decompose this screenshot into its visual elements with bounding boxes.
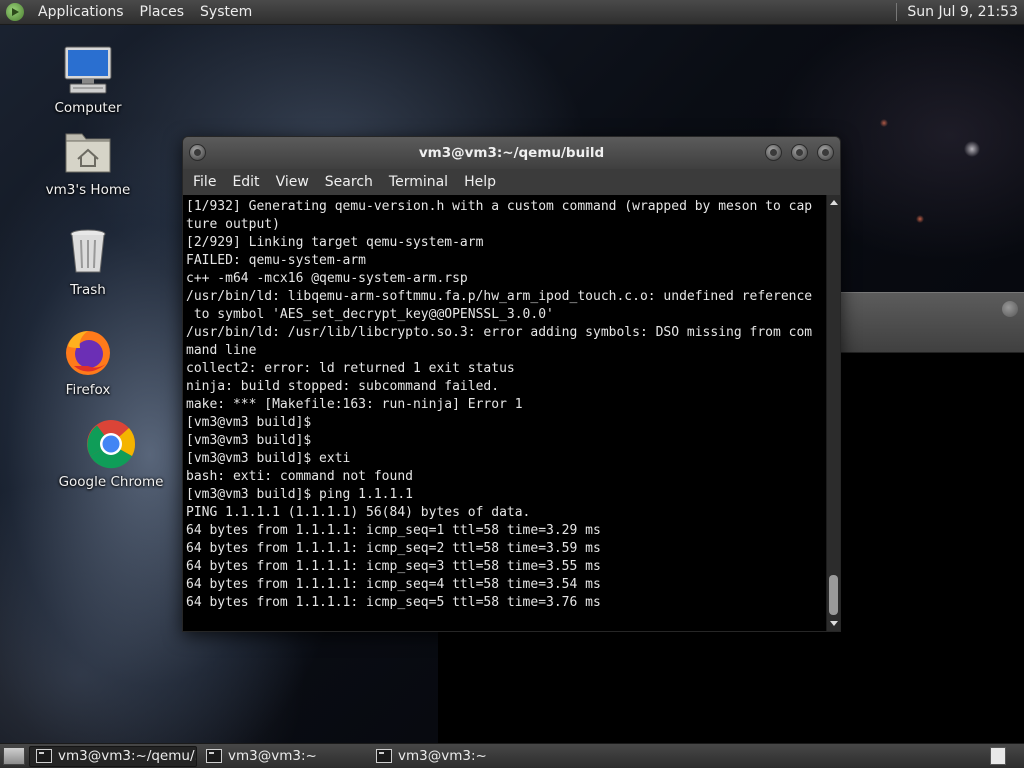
terminal-window[interactable]: vm3@vm3:~/qemu/build File Edit View Sear…	[182, 136, 841, 632]
terminal-icon	[376, 749, 392, 763]
maximize-icon[interactable]	[791, 144, 808, 161]
terminal-line: bash: exti: command not found	[186, 469, 413, 484]
computer-icon	[62, 44, 114, 96]
menu-file[interactable]: File	[185, 169, 224, 195]
terminal-line: PING 1.1.1.1 (1.1.1.1) 56(84) bytes of d…	[186, 505, 531, 520]
terminal-line: ninja: build stopped: subcommand failed.	[186, 379, 500, 394]
terminal-line: FAILED: qemu-system-arm	[186, 253, 367, 268]
firefox-icon	[62, 326, 114, 378]
menu-view[interactable]: View	[268, 169, 317, 195]
terminal-line: [vm3@vm3 build]$	[186, 433, 312, 448]
menu-applications[interactable]: Applications	[30, 0, 132, 25]
terminal-line: mand line	[186, 343, 257, 358]
taskbar-item-label: vm3@vm3:~/qemu/...	[58, 748, 197, 764]
home-folder-icon	[62, 126, 114, 178]
taskbar-item-terminal-home-2[interactable]: vm3@vm3:~	[369, 746, 537, 767]
desktop-icon-label: Computer	[54, 100, 122, 116]
desktop-icon-label: vm3's Home	[45, 182, 131, 198]
terminal-scrollbar[interactable]	[826, 195, 840, 631]
show-desktop-icon[interactable]	[3, 747, 25, 765]
desktop-icon-label: Trash	[70, 282, 106, 298]
scrollbar-thumb[interactable]	[829, 575, 838, 615]
clock[interactable]: Sun Jul 9, 21:53	[907, 4, 1024, 20]
taskbar-item-terminal-build[interactable]: vm3@vm3:~/qemu/...	[29, 745, 197, 767]
close-icon[interactable]	[817, 144, 834, 161]
menu-places[interactable]: Places	[132, 0, 193, 25]
terminal-line: [2/929] Linking target qemu-system-arm	[186, 235, 484, 250]
window-menu-icon[interactable]	[189, 144, 206, 161]
terminal-line: make: *** [Makefile:163: run-ninja] Erro…	[186, 397, 523, 412]
terminal-line: 64 bytes from 1.1.1.1: icmp_seq=1 ttl=58…	[186, 523, 601, 538]
window-close-icon[interactable]	[1002, 301, 1018, 317]
trash-icon	[62, 226, 114, 278]
terminal-line: 64 bytes from 1.1.1.1: icmp_seq=4 ttl=58…	[186, 577, 601, 592]
terminal-icon	[36, 749, 52, 763]
terminal-line: /usr/bin/ld: /usr/lib/libcrypto.so.3: er…	[186, 325, 813, 340]
terminal-line: 64 bytes from 1.1.1.1: icmp_seq=2 ttl=58…	[186, 541, 601, 556]
terminal-line: /usr/bin/ld: libqemu-arm-softmmu.fa.p/hw…	[186, 289, 813, 304]
distro-logo-icon	[6, 3, 24, 21]
terminal-line: [vm3@vm3 build]$	[186, 415, 312, 430]
taskbar-item-terminal-home-1[interactable]: vm3@vm3:~	[199, 746, 367, 767]
terminal-line: to symbol 'AES_set_decrypt_key@@OPENSSL_…	[186, 307, 554, 322]
scroll-up-icon[interactable]	[830, 200, 838, 205]
menu-search[interactable]: Search	[317, 169, 381, 195]
terminal-titlebar[interactable]: vm3@vm3:~/qemu/build	[183, 137, 840, 169]
scroll-down-icon[interactable]	[830, 621, 838, 626]
terminal-line: ture output)	[186, 217, 280, 232]
terminal-line: [vm3@vm3 build]$ exti	[186, 451, 351, 466]
menu-edit[interactable]: Edit	[224, 169, 267, 195]
panel-separator	[896, 3, 898, 21]
terminal-line: 64 bytes from 1.1.1.1: icmp_seq=3 ttl=58…	[186, 559, 601, 574]
terminal-line: c++ -m64 -mcx16 @qemu-system-arm.rsp	[186, 271, 468, 286]
chrome-icon	[85, 418, 137, 470]
terminal-output[interactable]: [1/932] Generating qemu-version.h with a…	[183, 195, 826, 631]
menu-help[interactable]: Help	[456, 169, 504, 195]
desktop-icon-computer[interactable]: Computer	[33, 44, 143, 116]
menu-system[interactable]: System	[192, 0, 260, 25]
desktop-icon-trash[interactable]: Trash	[33, 226, 143, 298]
desktop-icon-chrome[interactable]: Google Chrome	[56, 418, 166, 490]
desktop-icon-home[interactable]: vm3's Home	[33, 126, 143, 198]
taskbar-item-label: vm3@vm3:~	[398, 748, 487, 764]
terminal-menubar: File Edit View Search Terminal Help	[183, 169, 840, 195]
terminal-title: vm3@vm3:~/qemu/build	[418, 145, 605, 161]
terminal-icon	[206, 749, 222, 763]
desktop-icon-firefox[interactable]: Firefox	[33, 326, 143, 398]
terminal-line: collect2: error: ld returned 1 exit stat…	[186, 361, 515, 376]
minimize-icon[interactable]	[765, 144, 782, 161]
terminal-line: 64 bytes from 1.1.1.1: icmp_seq=5 ttl=58…	[186, 595, 601, 610]
top-panel: Applications Places System Sun Jul 9, 21…	[0, 0, 1024, 25]
workspace-switcher[interactable]	[990, 747, 1006, 765]
desktop-icon-label: Firefox	[65, 382, 111, 398]
desktop-icon-label: Google Chrome	[58, 474, 164, 490]
menu-terminal[interactable]: Terminal	[381, 169, 456, 195]
taskbar-item-label: vm3@vm3:~	[228, 748, 317, 764]
bottom-panel: vm3@vm3:~/qemu/... vm3@vm3:~ vm3@vm3:~	[0, 743, 1024, 768]
terminal-line: [1/932] Generating qemu-version.h with a…	[186, 199, 813, 214]
terminal-line: [vm3@vm3 build]$ ping 1.1.1.1	[186, 487, 413, 502]
